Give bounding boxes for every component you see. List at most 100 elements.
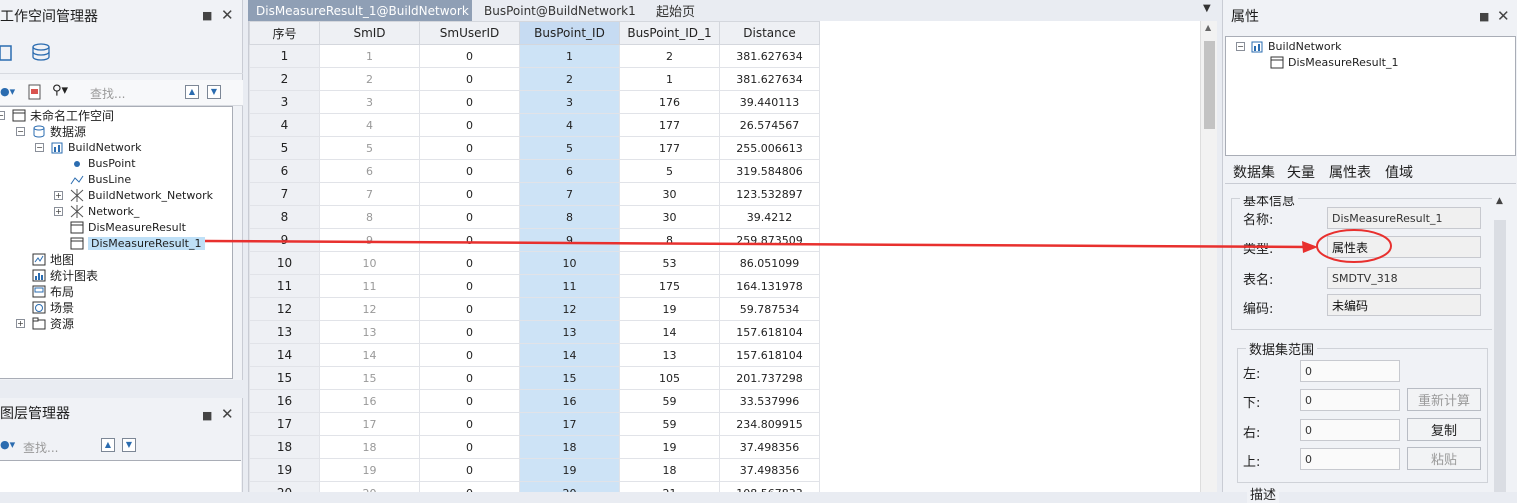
pin-icon[interactable]: ■: [1479, 10, 1489, 23]
name-field[interactable]: DisMeasureResult_1: [1327, 207, 1481, 229]
table-row[interactable]: 18 18 0 18 19 37.498356: [249, 435, 820, 459]
table-cell[interactable]: 6: [319, 159, 420, 183]
table-cell[interactable]: 108.567833: [719, 481, 820, 492]
table-cell[interactable]: 15: [519, 366, 620, 390]
table-cell[interactable]: 0: [419, 320, 520, 344]
scroll-up-icon[interactable]: ▲: [1496, 196, 1503, 206]
table-row[interactable]: 11 11 0 11 175 164.131978: [249, 274, 820, 298]
table-cell[interactable]: 1: [619, 67, 720, 91]
table-cell[interactable]: 0: [419, 366, 520, 390]
tree-node-charts[interactable]: 统计图表: [32, 267, 98, 283]
prop-tree-buildnetwork[interactable]: BuildNetwork: [1250, 38, 1342, 54]
table-cell[interactable]: 2: [619, 44, 720, 68]
bottom-bound-input[interactable]: 0: [1300, 389, 1400, 411]
table-cell[interactable]: 319.584806: [719, 159, 820, 183]
expand-icon[interactable]: +: [16, 319, 25, 328]
table-cell[interactable]: 16: [319, 389, 420, 413]
table-cell[interactable]: 12: [519, 297, 620, 321]
move-down-icon[interactable]: ▼: [122, 438, 136, 452]
left-bound-input[interactable]: 0: [1300, 360, 1400, 382]
table-cell[interactable]: 19: [619, 297, 720, 321]
table-row[interactable]: 16 16 0 16 59 33.537996: [249, 389, 820, 413]
table-cell[interactable]: 37.498356: [719, 435, 820, 459]
table-cell[interactable]: 3: [319, 90, 420, 114]
table-cell[interactable]: 12: [319, 297, 420, 321]
table-cell[interactable]: 259.873509: [719, 228, 820, 252]
tab-value-domain[interactable]: 值域: [1385, 162, 1413, 182]
layer-search-input[interactable]: 查找...: [23, 439, 58, 456]
row-number[interactable]: 2: [249, 67, 320, 91]
tree-node-dismeasureresult[interactable]: DisMeasureResult: [70, 219, 186, 235]
recalculate-button[interactable]: 重新计算: [1407, 388, 1481, 411]
pin-icon[interactable]: ■: [202, 9, 212, 22]
row-number[interactable]: 5: [249, 136, 320, 160]
table-row[interactable]: 1 1 0 1 2 381.627634: [249, 44, 820, 68]
table-cell[interactable]: 3: [519, 90, 620, 114]
table-row[interactable]: 6 6 0 6 5 319.584806: [249, 159, 820, 183]
table-cell[interactable]: 8: [519, 205, 620, 229]
table-cell[interactable]: 10: [319, 251, 420, 275]
table-cell[interactable]: 381.627634: [719, 44, 820, 68]
table-row[interactable]: 8 8 0 8 30 39.4212: [249, 205, 820, 229]
table-cell[interactable]: 0: [419, 435, 520, 459]
column-header[interactable]: Distance: [719, 21, 820, 45]
table-cell[interactable]: 0: [419, 458, 520, 482]
table-cell[interactable]: 39.4212: [719, 205, 820, 229]
table-cell[interactable]: 16: [519, 389, 620, 413]
right-bound-input[interactable]: 0: [1300, 419, 1400, 441]
table-row[interactable]: 19 19 0 19 18 37.498356: [249, 458, 820, 482]
expand-icon[interactable]: +: [54, 191, 63, 200]
table-cell[interactable]: 0: [419, 389, 520, 413]
encoding-field[interactable]: 未编码: [1327, 294, 1481, 316]
top-bound-input[interactable]: 0: [1300, 448, 1400, 470]
table-cell[interactable]: 13: [319, 320, 420, 344]
table-row[interactable]: 14 14 0 14 13 157.618104: [249, 343, 820, 367]
row-number[interactable]: 16: [249, 389, 320, 413]
table-row[interactable]: 9 9 0 9 8 259.873509: [249, 228, 820, 252]
table-cell[interactable]: 11: [519, 274, 620, 298]
scrollbar-thumb[interactable]: [1204, 41, 1215, 129]
table-cell[interactable]: 175: [619, 274, 720, 298]
table-cell[interactable]: 4: [319, 113, 420, 137]
tree-node-network[interactable]: Network_: [70, 203, 139, 219]
table-cell[interactable]: 2: [519, 67, 620, 91]
table-cell[interactable]: 0: [419, 136, 520, 160]
tree-node-scenes[interactable]: 场景: [32, 299, 74, 315]
tab-attribute-table[interactable]: 属性表: [1329, 162, 1371, 182]
table-cell[interactable]: 17: [519, 412, 620, 436]
scrollbar-thumb[interactable]: [1494, 220, 1506, 492]
table-cell[interactable]: 201.737298: [719, 366, 820, 390]
move-up-icon[interactable]: ▲: [185, 85, 199, 99]
table-cell[interactable]: 234.809915: [719, 412, 820, 436]
tree-node-maps[interactable]: 地图: [32, 251, 74, 267]
move-down-icon[interactable]: ▼: [207, 85, 221, 99]
tree-node-buspoint[interactable]: BusPoint: [70, 155, 136, 171]
table-cell[interactable]: 5: [619, 159, 720, 183]
row-number[interactable]: 11: [249, 274, 320, 298]
table-cell[interactable]: 8: [619, 228, 720, 252]
copy-button[interactable]: 复制: [1407, 418, 1481, 441]
table-cell[interactable]: 86.051099: [719, 251, 820, 275]
table-cell[interactable]: 14: [519, 343, 620, 367]
table-cell[interactable]: 0: [419, 113, 520, 137]
table-cell[interactable]: 157.618104: [719, 320, 820, 344]
table-name-field[interactable]: SMDTV_318: [1327, 267, 1481, 289]
table-cell[interactable]: 59.787534: [719, 297, 820, 321]
table-cell[interactable]: 15: [319, 366, 420, 390]
table-cell[interactable]: 7: [319, 182, 420, 206]
tab-vector[interactable]: 矢量: [1287, 162, 1315, 182]
column-header[interactable]: BusPoint_ID: [519, 21, 620, 45]
table-cell[interactable]: 30: [619, 205, 720, 229]
row-number[interactable]: 12: [249, 297, 320, 321]
table-row[interactable]: 5 5 0 5 177 255.006613: [249, 136, 820, 160]
row-number[interactable]: 14: [249, 343, 320, 367]
table-cell[interactable]: 123.532897: [719, 182, 820, 206]
table-cell[interactable]: 19: [519, 458, 620, 482]
tree-node-buildnetwork-network[interactable]: BuildNetwork_Network: [70, 187, 213, 203]
row-number[interactable]: 20: [249, 481, 320, 492]
table-row[interactable]: 10 10 0 10 53 86.051099: [249, 251, 820, 275]
table-cell[interactable]: 9: [319, 228, 420, 252]
tab-dismeasureresult-1[interactable]: DisMeasureResult_1@BuildNetwork ✕: [248, 0, 493, 21]
close-icon[interactable]: ✕: [221, 6, 234, 24]
table-cell[interactable]: 177: [619, 113, 720, 137]
